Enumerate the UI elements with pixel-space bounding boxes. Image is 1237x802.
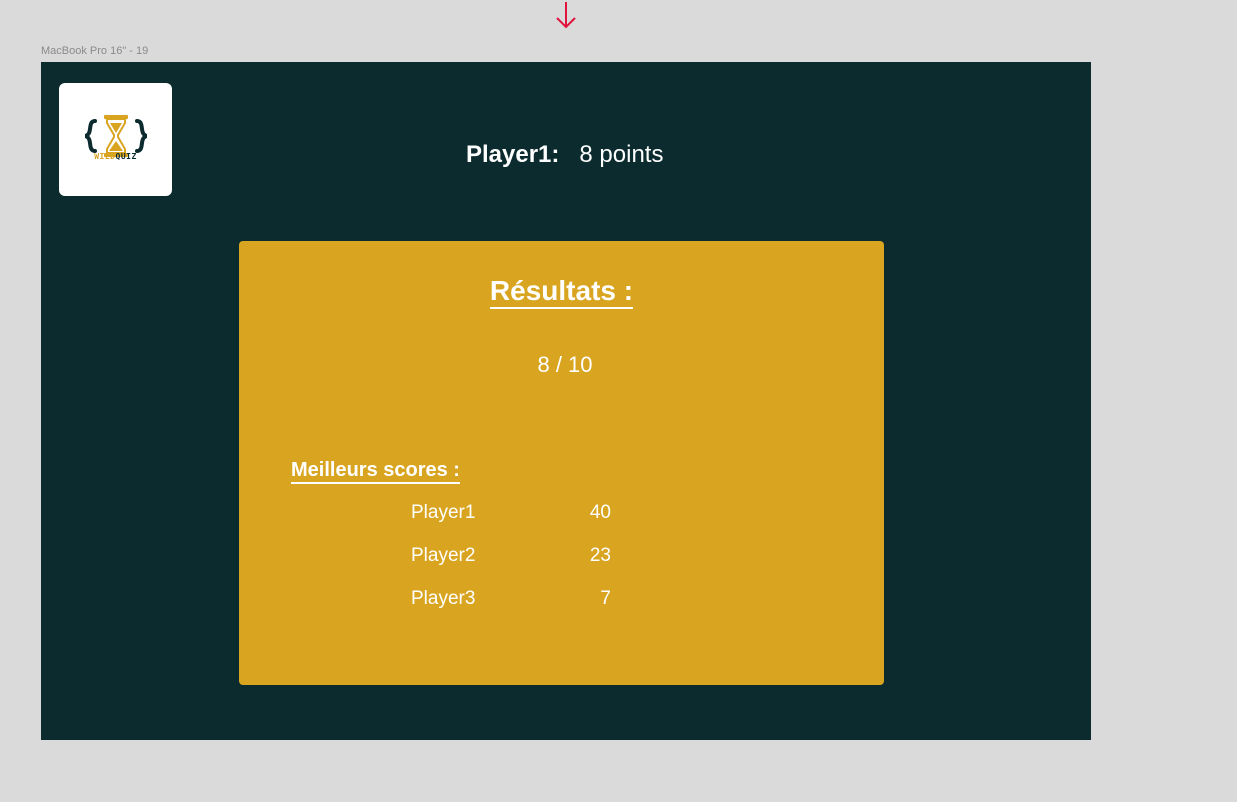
leaderboard-player-score: 23 [589, 545, 611, 566]
player-name: Player1: [466, 141, 560, 168]
down-arrow-icon [556, 2, 576, 29]
app-frame: WILDQUIZ Player1: 8 points Résultats : 8 … [41, 62, 1091, 740]
logo[interactable]: WILDQUIZ [59, 83, 172, 196]
player-score-header: Player1: 8 points [466, 141, 663, 169]
player-points: 8 points [579, 141, 664, 168]
logo-text: WILDQUIZ [94, 152, 137, 161]
frame-label: MacBook Pro 16" - 19 [41, 45, 149, 57]
results-card: Résultats : 8 / 10 Meilleurs scores : Pl… [239, 241, 884, 685]
leaderboard-player-name: Player3 [411, 588, 476, 609]
leaderboard-row: Player2 23 [411, 545, 611, 571]
leaderboard-row: Player3 7 [411, 588, 611, 614]
quiz-score: 8 / 10 [537, 352, 593, 377]
leaderboard-row: Player1 40 [411, 502, 611, 528]
leaderboard-player-name: Player2 [411, 545, 476, 566]
results-title: Résultats : [239, 275, 884, 309]
best-scores-title: Meilleurs scores : [291, 459, 460, 484]
leaderboard-player-score: 7 [600, 588, 611, 609]
leaderboard-player-name: Player1 [411, 502, 476, 523]
leaderboard-player-score: 40 [589, 502, 611, 523]
